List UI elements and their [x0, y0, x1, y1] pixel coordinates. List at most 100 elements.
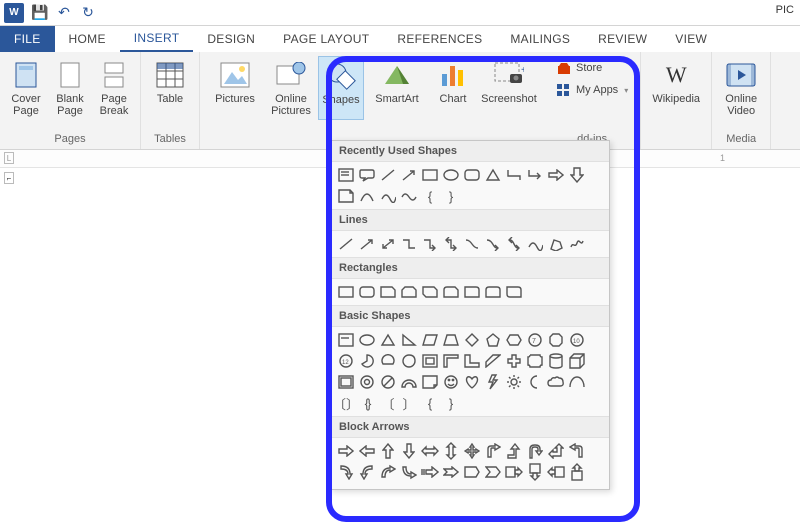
- hexagon-shape[interactable]: [505, 331, 523, 349]
- page-break-button[interactable]: Page Break: [94, 56, 134, 120]
- lshape-shape[interactable]: [463, 352, 481, 370]
- parallelogram-shape[interactable]: [421, 331, 439, 349]
- double-bracket-shape[interactable]: 〔〕: [337, 394, 355, 412]
- curved-up-arrow[interactable]: [379, 463, 397, 481]
- wave-icon[interactable]: [400, 187, 418, 205]
- elbow-connector-icon[interactable]: [505, 166, 523, 184]
- block-arc-shape[interactable]: [400, 373, 418, 391]
- right-arrow-callout[interactable]: [505, 463, 523, 481]
- chord-shape[interactable]: [379, 352, 397, 370]
- teardrop-shape[interactable]: [400, 352, 418, 370]
- bent-up-arrow[interactable]: [505, 442, 523, 460]
- arrow-shape[interactable]: [358, 235, 376, 253]
- tab-review[interactable]: REVIEW: [584, 26, 661, 52]
- round2diag-rect-shape[interactable]: [505, 283, 523, 301]
- tab-mailings[interactable]: MAILINGS: [496, 26, 584, 52]
- shapes-button[interactable]: Shapes: [318, 56, 364, 120]
- left-brace-shape[interactable]: {: [421, 394, 439, 412]
- lightning-shape[interactable]: [484, 373, 502, 391]
- snipround-rect-shape[interactable]: [442, 283, 460, 301]
- octagon-shape[interactable]: [547, 331, 565, 349]
- elbow-double-arrow-shape[interactable]: [442, 235, 460, 253]
- folded-corner-icon[interactable]: [337, 187, 355, 205]
- diag-stripe-shape[interactable]: [484, 352, 502, 370]
- rounded-rect-icon[interactable]: [463, 166, 481, 184]
- left-arrow-callout[interactable]: [547, 463, 565, 481]
- left-brace-icon[interactable]: {: [421, 187, 439, 205]
- store-button[interactable]: Store: [556, 60, 628, 76]
- round1-rect-shape[interactable]: [463, 283, 481, 301]
- left-bracket-shape[interactable]: 〔: [379, 394, 397, 412]
- trapezoid-shape[interactable]: [442, 331, 460, 349]
- pentagon-arrow[interactable]: [463, 463, 481, 481]
- curve-shape[interactable]: [526, 235, 544, 253]
- chevron-arrow[interactable]: [484, 463, 502, 481]
- bent-left-arrow[interactable]: [568, 442, 586, 460]
- left-right-arrow[interactable]: [421, 442, 439, 460]
- shapes-gallery-dropdown[interactable]: Recently Used Shapes { } Lines Rec: [330, 140, 610, 490]
- snip2-rect-shape[interactable]: [400, 283, 418, 301]
- down-block-arrow[interactable]: [400, 442, 418, 460]
- textbox-icon[interactable]: [337, 166, 355, 184]
- arc-icon[interactable]: [358, 187, 376, 205]
- oval-icon[interactable]: [442, 166, 460, 184]
- up-down-arrow[interactable]: [442, 442, 460, 460]
- cloud-shape[interactable]: [547, 373, 565, 391]
- table-button[interactable]: Table: [147, 56, 193, 108]
- up-block-arrow[interactable]: [379, 442, 397, 460]
- quad-arrow[interactable]: [463, 442, 481, 460]
- diamond-shape[interactable]: [463, 331, 481, 349]
- redo-icon[interactable]: ↻: [80, 5, 96, 21]
- right-block-arrow[interactable]: [337, 442, 355, 460]
- double-arrow-shape[interactable]: [379, 235, 397, 253]
- right-arrow-icon[interactable]: [547, 166, 565, 184]
- scribble-shape[interactable]: [568, 235, 586, 253]
- elbow-arrow-shape[interactable]: [421, 235, 439, 253]
- tab-insert[interactable]: INSERT: [120, 26, 194, 52]
- snip2diag-rect-shape[interactable]: [421, 283, 439, 301]
- cover-page-button[interactable]: Cover Page: [6, 56, 46, 120]
- left-up-arrow[interactable]: [547, 442, 565, 460]
- callout-icon[interactable]: [358, 166, 376, 184]
- bevel-shape[interactable]: [337, 373, 355, 391]
- save-icon[interactable]: 💾: [32, 5, 48, 21]
- rectangle-icon[interactable]: [421, 166, 439, 184]
- triangle-shape[interactable]: [379, 331, 397, 349]
- right-triangle-shape[interactable]: [400, 331, 418, 349]
- uturn-arrow[interactable]: [526, 442, 544, 460]
- rect-shape[interactable]: [337, 283, 355, 301]
- cube-shape[interactable]: [568, 352, 586, 370]
- curved-left-arrow[interactable]: [358, 463, 376, 481]
- round-rect-shape[interactable]: [358, 283, 376, 301]
- frame-shape[interactable]: [421, 352, 439, 370]
- folded-corner-shape[interactable]: [421, 373, 439, 391]
- curved-right-arrow[interactable]: [337, 463, 355, 481]
- bent-arrow[interactable]: [484, 442, 502, 460]
- half-frame-shape[interactable]: [442, 352, 460, 370]
- heart-shape[interactable]: [463, 373, 481, 391]
- my-apps-button[interactable]: My Apps ▾: [556, 82, 628, 98]
- undo-icon[interactable]: ↶: [56, 5, 72, 21]
- tab-design[interactable]: DESIGN: [193, 26, 269, 52]
- curved-double-shape[interactable]: [505, 235, 523, 253]
- double-brace-shape[interactable]: {}: [358, 394, 376, 412]
- dodecagon-shape[interactable]: 12: [337, 352, 355, 370]
- pentagon-shape[interactable]: [484, 331, 502, 349]
- cross-shape[interactable]: [505, 352, 523, 370]
- sun-shape[interactable]: [505, 373, 523, 391]
- notched-right-arrow[interactable]: [442, 463, 460, 481]
- curved-arrow-shape[interactable]: [484, 235, 502, 253]
- no-symbol-shape[interactable]: [379, 373, 397, 391]
- up-arrow-callout[interactable]: [568, 463, 586, 481]
- striped-right-arrow[interactable]: [421, 463, 439, 481]
- arc-shape[interactable]: [568, 373, 586, 391]
- arrow-line-icon[interactable]: [400, 166, 418, 184]
- tab-file[interactable]: FILE: [0, 26, 55, 52]
- smartart-button[interactable]: SmartArt: [368, 56, 426, 120]
- line-icon[interactable]: [379, 166, 397, 184]
- triangle-icon[interactable]: [484, 166, 502, 184]
- right-brace-icon[interactable]: }: [442, 187, 460, 205]
- textbox-shape[interactable]: [337, 331, 355, 349]
- right-bracket-shape[interactable]: 〕: [400, 394, 418, 412]
- donut-shape[interactable]: [358, 373, 376, 391]
